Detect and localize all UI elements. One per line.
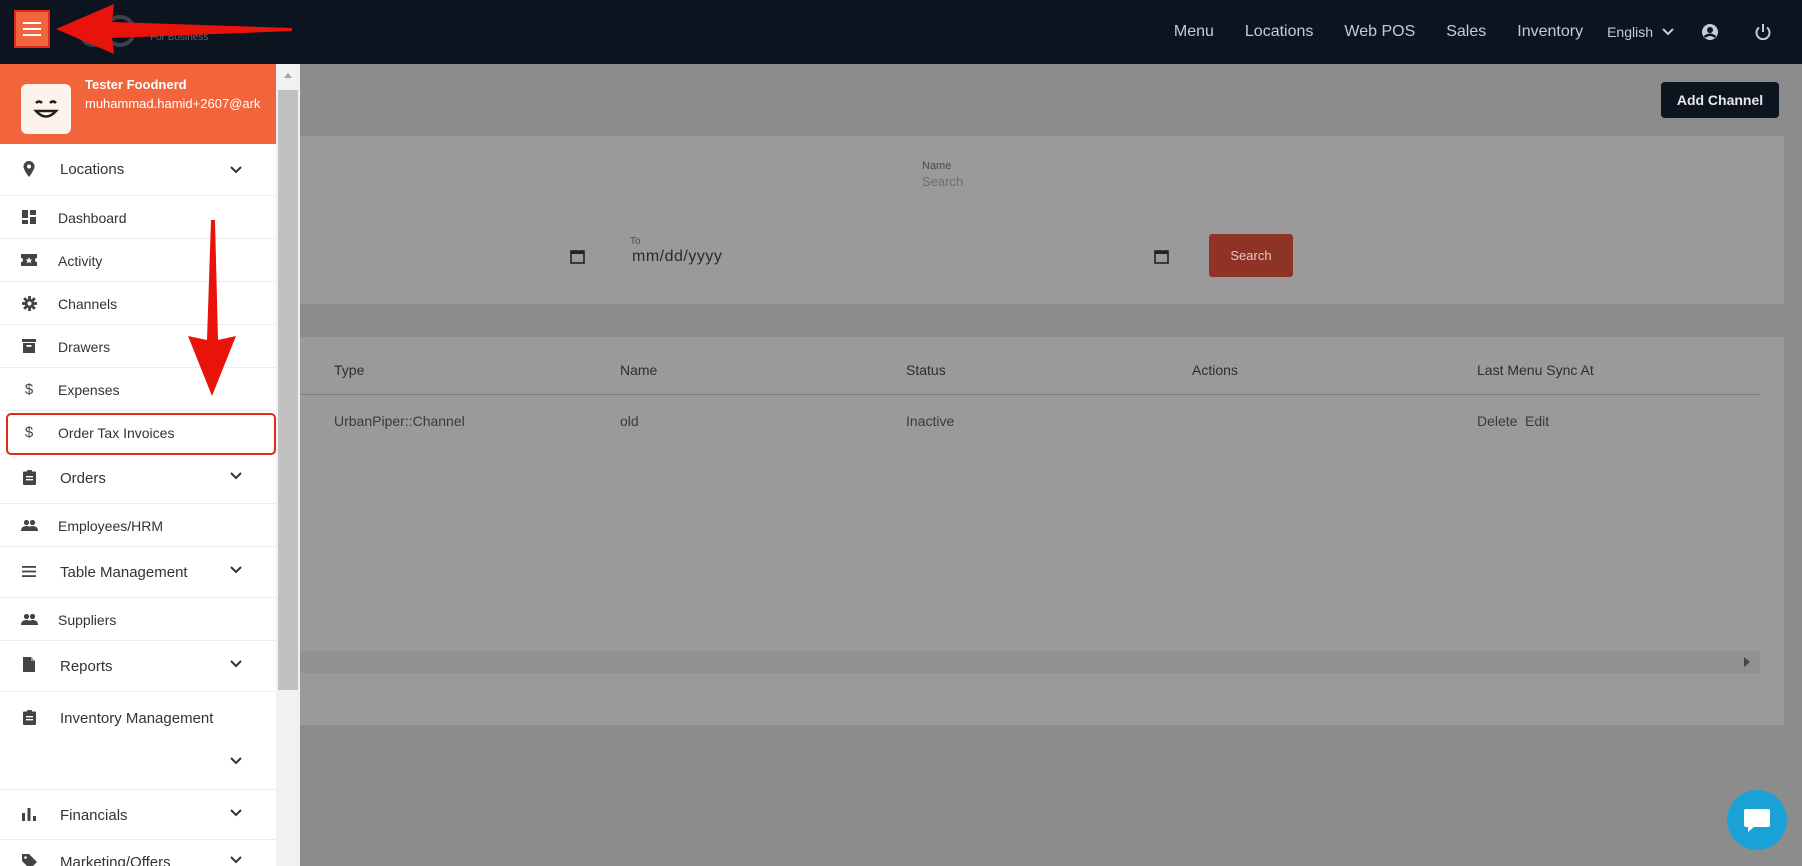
sidebar-item-order-tax-invoices[interactable]: $ Order Tax Invoices — [0, 411, 276, 454]
sidebar-item-label: Orders — [60, 470, 106, 487]
table-divider — [300, 394, 1760, 395]
bar-chart-icon — [20, 805, 38, 823]
nav-locations[interactable]: Locations — [1245, 23, 1314, 41]
gear-icon — [20, 294, 38, 312]
sidebar-item-activity[interactable]: Activity — [0, 239, 276, 282]
chevron-down-icon — [230, 660, 242, 668]
hamburger-icon — [23, 22, 41, 36]
language-select[interactable]: English — [1607, 24, 1653, 40]
sidebar-item-table-management[interactable]: Table Management — [0, 547, 276, 598]
sidebar-item-label: Activity — [58, 253, 103, 269]
sidebar-item-label: Drawers — [58, 339, 111, 355]
column-header-actions: Actions — [1192, 362, 1238, 378]
sidebar-item-label: Reports — [60, 658, 113, 675]
chevron-down-icon — [230, 757, 242, 765]
sidebar-item-label: Financials — [60, 807, 128, 824]
calendar-icon[interactable] — [1154, 249, 1169, 264]
sidebar-item-label: Table Management — [60, 564, 188, 581]
filter-panel — [260, 136, 1784, 304]
smiley-icon — [33, 100, 59, 118]
pin-icon — [20, 160, 38, 178]
user-profile-header: Tester Foodnerd muhammad.hamid+2607@ark — [0, 64, 276, 144]
clipboard-icon — [20, 708, 38, 726]
hamburger-menu-button[interactable] — [14, 10, 50, 48]
edit-link[interactable]: Edit — [1525, 413, 1549, 429]
delete-link[interactable]: Delete — [1477, 413, 1517, 429]
sidebar-item-label: Suppliers — [58, 612, 117, 628]
chevron-down-icon[interactable] — [1661, 25, 1675, 39]
tag-icon — [20, 852, 38, 866]
sidebar-drawer: Tester Foodnerd muhammad.hamid+2607@ark … — [0, 64, 300, 866]
dollar-icon: $ — [24, 380, 34, 398]
add-channel-button[interactable]: Add Channel — [1661, 82, 1779, 118]
people-icon — [20, 516, 38, 534]
sidebar-item-locations[interactable]: Locations — [0, 144, 276, 196]
sidebar-item-label: Channels — [58, 296, 118, 312]
chat-support-button[interactable] — [1727, 790, 1787, 850]
to-date-input[interactable]: mm/dd/yyyy — [632, 248, 722, 266]
top-navbar: For Business Menu Locations Web POS Sale… — [0, 0, 1802, 64]
search-button[interactable]: Search — [1209, 234, 1293, 277]
sidebar-item-employees-hrm[interactable]: Employees/HRM — [0, 504, 276, 547]
sidebar-item-label: Order Tax Invoices — [58, 425, 175, 441]
sidebar-item-label: Locations — [60, 161, 125, 178]
power-icon[interactable] — [1754, 23, 1772, 41]
sidebar-item-drawers[interactable]: Drawers — [0, 325, 276, 368]
nav-sales[interactable]: Sales — [1446, 23, 1486, 41]
nav-menu[interactable]: Menu — [1174, 23, 1214, 41]
chevron-down-icon — [230, 166, 242, 174]
nav-inventory[interactable]: Inventory — [1517, 23, 1583, 41]
column-header-status: Status — [906, 362, 946, 378]
to-date-label: To — [630, 236, 641, 247]
calendar-icon[interactable] — [570, 249, 585, 264]
table-cell-type: UrbanPiper::Channel — [334, 413, 465, 429]
sidebar-item-label: Employees/HRM — [58, 518, 164, 534]
table-horizontal-scrollbar[interactable] — [300, 651, 1760, 673]
sidebar-item-suppliers[interactable]: Suppliers — [0, 598, 276, 641]
table-cell-status: Inactive — [906, 413, 955, 429]
ticket-icon — [20, 251, 38, 269]
top-nav-links: Menu Locations Web POS Sales Inventory E… — [1174, 0, 1802, 64]
clipboard-icon — [20, 468, 38, 486]
nav-web-pos[interactable]: Web POS — [1344, 23, 1415, 41]
column-header-last-sync: Last Menu Sync At — [1477, 362, 1594, 378]
sidebar-item-reports[interactable]: Reports — [0, 641, 276, 692]
avatar — [21, 84, 71, 134]
scroll-right-icon[interactable] — [1742, 656, 1752, 668]
account-icon[interactable] — [1701, 23, 1719, 41]
archive-icon — [20, 337, 38, 355]
column-header-type: Type — [334, 362, 365, 378]
brand-logo — [78, 15, 136, 47]
chat-bubble-icon — [1744, 809, 1770, 832]
sidebar-item-inventory-management[interactable]: Inventory Management — [0, 692, 276, 790]
name-search-input[interactable]: Search — [922, 174, 1762, 189]
brand-tagline: For Business — [150, 32, 209, 43]
sidebar-item-label: Expenses — [58, 382, 120, 398]
sidebar-item-financials[interactable]: Financials — [0, 790, 276, 840]
people-icon — [20, 610, 38, 628]
dashboard-icon — [20, 208, 38, 226]
dollar-icon: $ — [24, 423, 34, 441]
sidebar-item-orders[interactable]: Orders — [0, 454, 276, 504]
sidebar-item-expenses[interactable]: $ Expenses — [0, 368, 276, 411]
user-name: Tester Foodnerd — [85, 77, 187, 92]
chevron-down-icon — [230, 566, 242, 574]
scroll-up-icon[interactable] — [283, 72, 293, 79]
sidebar-scrollbar-thumb[interactable] — [278, 90, 298, 690]
file-icon — [20, 655, 38, 673]
chevron-down-icon — [230, 809, 242, 817]
chevron-down-icon — [230, 472, 242, 480]
chevron-down-icon — [230, 856, 242, 864]
sidebar-item-label: Dashboard — [58, 210, 127, 226]
sidebar-item-marketing-offers[interactable]: Marketing/Offers — [0, 840, 276, 866]
user-email: muhammad.hamid+2607@ark — [85, 96, 261, 111]
list-icon — [20, 562, 38, 580]
sidebar-item-label: Inventory Management — [60, 710, 214, 727]
table-cell-name: old — [620, 413, 639, 429]
sidebar-item-label: Marketing/Offers — [60, 854, 171, 866]
sidebar-item-dashboard[interactable]: Dashboard — [0, 196, 276, 239]
sidebar-item-channels[interactable]: Channels — [0, 282, 276, 325]
column-header-name: Name — [620, 362, 658, 378]
name-filter-label: Name — [922, 160, 952, 172]
